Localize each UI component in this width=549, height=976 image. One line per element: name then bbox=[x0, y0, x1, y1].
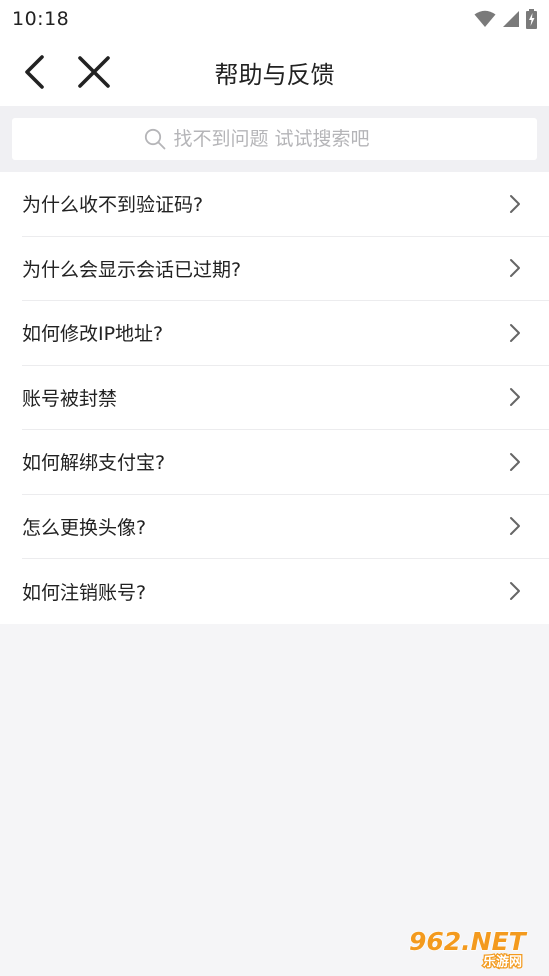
watermark-logo: 962.NET 乐游网 bbox=[408, 926, 528, 970]
chevron-right-icon bbox=[510, 517, 520, 536]
faq-item-label: 账号被封禁 bbox=[22, 387, 118, 410]
status-time: 10:18 bbox=[12, 8, 70, 30]
battery-icon bbox=[526, 9, 537, 29]
back-button[interactable] bbox=[6, 38, 62, 106]
search-input[interactable] bbox=[173, 128, 406, 150]
wifi-icon bbox=[474, 10, 496, 27]
faq-list: 为什么收不到验证码? 为什么会显示会话已过期? 如何修改IP地址? 账号被封禁 … bbox=[0, 172, 549, 624]
faq-item-verification-code[interactable]: 为什么收不到验证码? bbox=[22, 172, 549, 237]
chevron-right-icon bbox=[510, 388, 520, 407]
chevron-right-icon bbox=[510, 194, 520, 213]
search-section bbox=[0, 106, 549, 172]
faq-item-cancel-account[interactable]: 如何注销账号? bbox=[22, 559, 549, 624]
faq-item-account-banned[interactable]: 账号被封禁 bbox=[22, 366, 549, 430]
faq-item-unbind-alipay[interactable]: 如何解绑支付宝? bbox=[22, 430, 549, 495]
help-feedback-screen: 10:18 帮助与反馈 找不到问题 试试搜索吧 为什么收不到验证码? 为什么会显… bbox=[0, 0, 549, 976]
faq-item-label: 怎么更换头像? bbox=[22, 516, 147, 539]
chevron-right-icon bbox=[510, 452, 520, 471]
navigation-header: 帮助与反馈 bbox=[0, 38, 549, 106]
status-bar: 10:18 bbox=[0, 0, 549, 38]
chevron-right-icon bbox=[510, 259, 520, 278]
back-arrow-icon bbox=[25, 55, 44, 89]
faq-item-label: 为什么会显示会话已过期? bbox=[22, 258, 242, 281]
faq-item-label: 如何修改IP地址? bbox=[22, 323, 164, 346]
status-icons bbox=[474, 9, 537, 29]
faq-item-label: 为什么收不到验证码? bbox=[22, 194, 204, 217]
search-box[interactable] bbox=[12, 118, 537, 160]
chevron-right-icon bbox=[510, 323, 520, 342]
faq-item-label: 如何注销账号? bbox=[22, 581, 147, 604]
watermark-sub: 乐游网 bbox=[483, 954, 522, 970]
faq-item-label: 如何解绑支付宝? bbox=[22, 452, 166, 475]
chevron-right-icon bbox=[510, 582, 520, 601]
faq-item-change-avatar[interactable]: 怎么更换头像? bbox=[22, 495, 549, 559]
faq-item-change-ip[interactable]: 如何修改IP地址? bbox=[22, 301, 549, 366]
signal-icon bbox=[503, 11, 519, 27]
close-button[interactable] bbox=[66, 38, 122, 106]
close-icon bbox=[78, 56, 110, 88]
watermark-main: 962.NET bbox=[409, 927, 528, 956]
search-icon bbox=[144, 128, 165, 150]
faq-item-session-expired[interactable]: 为什么会显示会话已过期? bbox=[22, 237, 549, 301]
